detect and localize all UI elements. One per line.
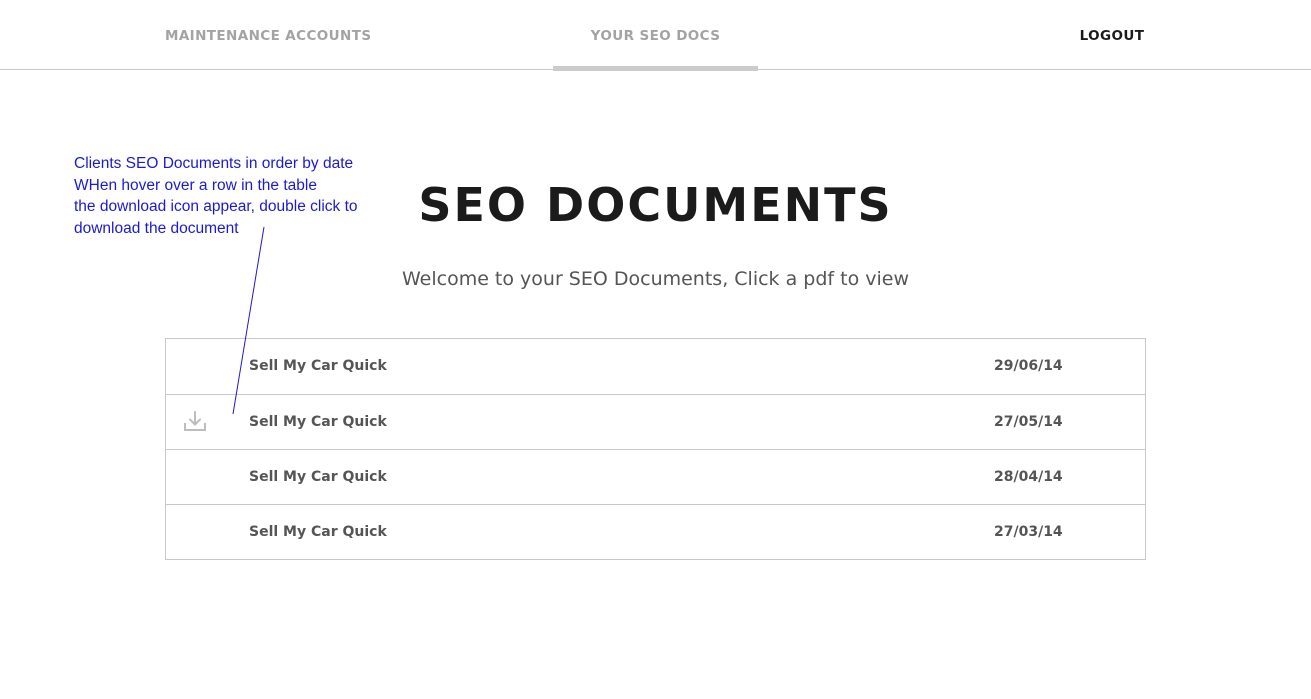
- document-name: Sell My Car Quick: [249, 524, 387, 540]
- annotation-line: Clients SEO Documents in order by date: [74, 155, 354, 172]
- nav-your-seo-docs-label: YOUR SEO DOCS: [590, 28, 721, 44]
- download-icon[interactable]: [182, 409, 208, 435]
- document-date: 27/05/14: [994, 414, 1063, 430]
- document-row[interactable]: Sell My Car Quick 27/05/14: [166, 394, 1145, 449]
- document-row[interactable]: Sell My Car Quick 29/06/14: [166, 339, 1145, 394]
- document-date: 27/03/14: [994, 524, 1063, 540]
- nav-maintenance-accounts[interactable]: MAINTENANCE ACCOUNTS: [165, 0, 371, 70]
- document-name: Sell My Car Quick: [249, 469, 387, 485]
- active-tab-indicator: [553, 66, 758, 71]
- documents-table: Sell My Car Quick 29/06/14 Sell My Car Q…: [165, 338, 1146, 560]
- page-subtitle: Welcome to your SEO Documents, Click a p…: [401, 268, 909, 290]
- document-date: 29/06/14: [994, 358, 1063, 374]
- top-navigation: MAINTENANCE ACCOUNTS YOUR SEO DOCS LOGOU…: [0, 0, 1311, 71]
- document-row[interactable]: Sell My Car Quick 28/04/14: [166, 449, 1145, 504]
- download-icon-graphic: [184, 411, 206, 431]
- page-title: SEO DOCUMENTS: [418, 178, 893, 232]
- document-date: 28/04/14: [994, 469, 1063, 485]
- document-name: Sell My Car Quick: [249, 414, 387, 430]
- document-name: Sell My Car Quick: [249, 358, 387, 374]
- document-row[interactable]: Sell My Car Quick 27/03/14: [166, 504, 1145, 559]
- nav-your-seo-docs[interactable]: YOUR SEO DOCS: [553, 0, 758, 71]
- logout-link[interactable]: LOGOUT: [1070, 0, 1154, 70]
